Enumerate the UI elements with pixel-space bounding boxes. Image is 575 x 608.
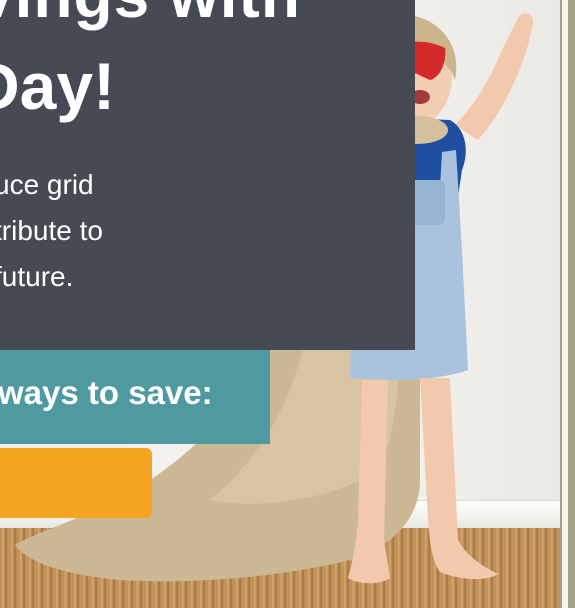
body-text: uce grid tribute to future. xyxy=(0,162,103,300)
ways-to-save-band: ways to save: xyxy=(0,350,270,444)
ways-to-save-label: ways to save: xyxy=(0,374,213,411)
headline-line-2: Day! xyxy=(0,49,116,123)
headline-panel: vings with Day! uce grid tribute to futu… xyxy=(0,0,415,350)
body-line-1: uce grid xyxy=(0,169,94,200)
cta-button[interactable] xyxy=(0,448,152,518)
body-line-2: tribute to xyxy=(0,215,103,246)
edge-strip xyxy=(560,0,575,608)
headline-line-1: vings with xyxy=(0,0,301,32)
body-line-3: future. xyxy=(0,261,74,292)
